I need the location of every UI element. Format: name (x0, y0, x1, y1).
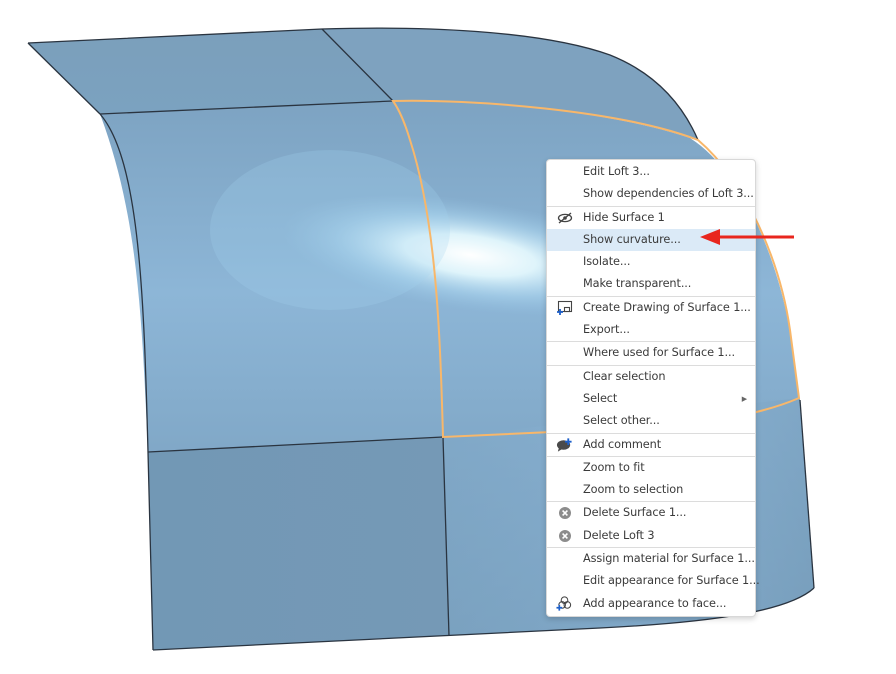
menu-item-label: Create Drawing of Surface 1... (583, 300, 751, 314)
menu-item-where-used-for-surface-1[interactable]: Where used for Surface 1... (547, 342, 755, 364)
menu-item-label: Show curvature... (583, 232, 681, 246)
menu-item-label: Assign material for Surface 1... (583, 552, 755, 566)
delete-icon (556, 505, 573, 521)
menu-item-label: Make transparent... (583, 277, 692, 291)
menu-item-label: Add appearance to face... (583, 596, 727, 610)
3d-viewport[interactable] (0, 0, 896, 674)
menu-item-label: Isolate... (583, 255, 631, 269)
menu-item-label: Edit Loft 3... (583, 165, 650, 178)
menu-item-delete-surface-1[interactable]: Delete Surface 1... (547, 502, 755, 524)
menu-item-zoom-to-fit[interactable]: Zoom to fit (547, 457, 755, 479)
annotation-arrow-icon (700, 229, 794, 245)
delete-icon (556, 528, 573, 544)
menu-item-create-drawing-of-surface-1[interactable]: Create Drawing of Surface 1... (547, 297, 755, 319)
menu-item-delete-loft-3[interactable]: Delete Loft 3 (547, 525, 755, 547)
submenu-arrow-icon: ▶ (741, 394, 747, 403)
menu-item-label: Delete Surface 1... (583, 506, 687, 520)
menu-item-label: Select (583, 391, 618, 405)
menu-item-hide-surface-1[interactable]: Hide Surface 1 (547, 207, 755, 229)
menu-item-edit-appearance-for-surface-1[interactable]: Edit appearance for Surface 1... (547, 570, 760, 592)
model-canvas[interactable] (0, 0, 896, 674)
menu-item-label: Clear selection (583, 369, 666, 383)
menu-item-label: Hide Surface 1 (583, 210, 665, 224)
menu-item-show-dependencies-of-loft-3[interactable]: Show dependencies of Loft 3... (547, 183, 755, 205)
menu-item-make-transparent[interactable]: Make transparent... (547, 273, 755, 295)
menu-item-label: Export... (583, 323, 630, 337)
menu-item-clear-selection[interactable]: Clear selection (547, 366, 755, 388)
menu-item-label: Delete Loft 3 (583, 528, 655, 542)
menu-item-export[interactable]: Export... (547, 319, 755, 341)
menu-item-select[interactable]: Select ▶ (547, 388, 755, 410)
menu-item-label: Add comment (583, 437, 662, 451)
add-appearance-icon (556, 596, 573, 612)
menu-item-add-appearance-to-face[interactable]: Add appearance to face... (547, 593, 755, 615)
menu-item-label: Zoom to fit (583, 460, 645, 474)
add-comment-icon (556, 437, 573, 453)
menu-item-select-other[interactable]: Select other... (547, 410, 755, 432)
menu-item-label: Show dependencies of Loft 3... (583, 187, 754, 201)
menu-item-add-comment[interactable]: Add comment (547, 434, 755, 456)
eye-slash-icon (556, 210, 573, 226)
menu-item-assign-material-for-surface-1[interactable]: Assign material for Surface 1... (547, 548, 755, 570)
menu-item-label: Select other... (583, 414, 660, 428)
create-drawing-icon (556, 300, 573, 316)
menu-item-label: Zoom to selection (583, 483, 684, 497)
menu-item-label: Edit appearance for Surface 1... (583, 574, 760, 588)
menu-item-edit-loft-3[interactable]: Edit Loft 3... (547, 161, 755, 183)
menu-item-isolate[interactable]: Isolate... (547, 251, 755, 273)
menu-item-label: Where used for Surface 1... (583, 346, 735, 360)
menu-item-zoom-to-selection[interactable]: Zoom to selection (547, 479, 755, 501)
